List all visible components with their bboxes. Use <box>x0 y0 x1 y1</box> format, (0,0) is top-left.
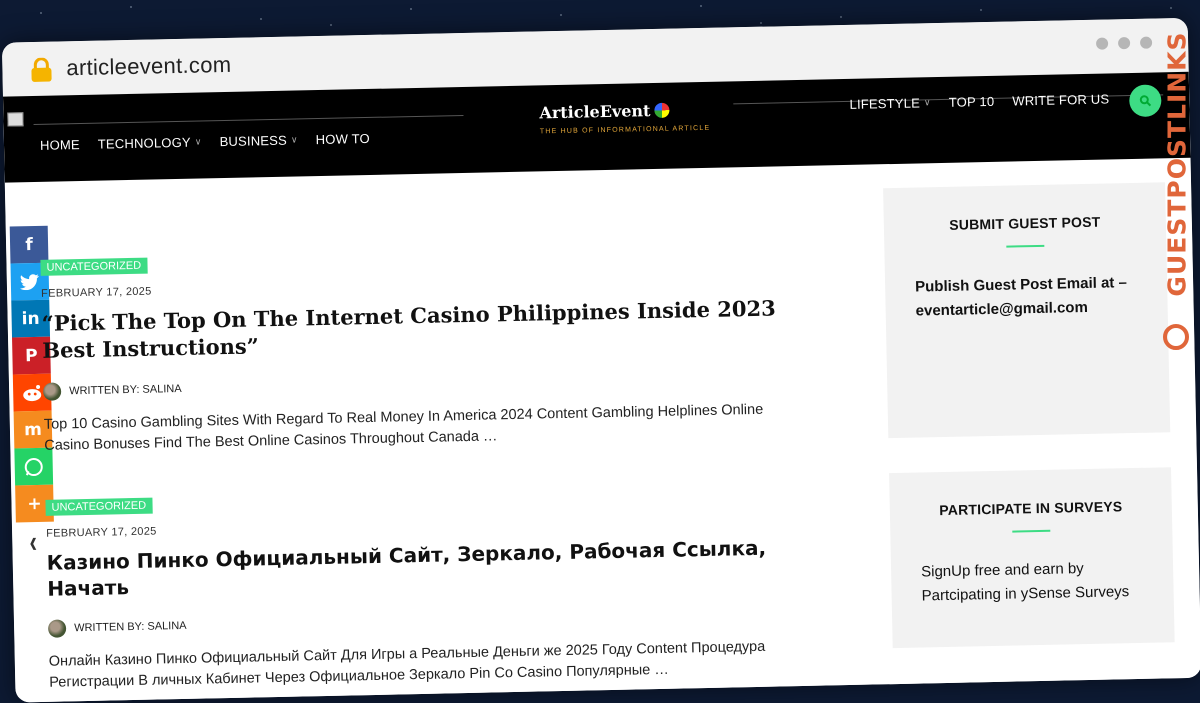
nav-label: HOME <box>39 137 80 153</box>
post-excerpt: Онлайн Казино Пинко Официальный Сайт Для… <box>48 638 766 691</box>
post-title[interactable]: Казино Пинко Официальный Сайт, Зеркало, … <box>46 533 827 601</box>
nav-label: LIFESTYLE <box>849 95 921 112</box>
post-card: UNCATEGORIZED FEBRUARY 17, 2025 Казино П… <box>45 481 829 693</box>
primary-nav-left: HOME TECHNOLOGY ∨ BUSINESS ∨ HOW TO <box>40 131 370 153</box>
sidebar-widget-guest-post: SUBMIT GUEST POST Publish Guest Post Ema… <box>883 182 1171 439</box>
logo-text: ArticleEvent <box>539 101 651 123</box>
window-dot[interactable] <box>1139 36 1153 49</box>
category-badge[interactable]: UNCATEGORIZED <box>45 497 153 516</box>
widget-title: SUBMIT GUEST POST <box>949 213 1101 233</box>
window-dot[interactable] <box>1095 37 1109 50</box>
search-icon <box>1139 95 1152 107</box>
widget-title: PARTICIPATE IN SURVEYS <box>939 498 1123 519</box>
post-excerpt: Top 10 Casino Gambling Sites With Regard… <box>43 401 764 454</box>
nav-write-for-us[interactable]: WRITE FOR US <box>1012 91 1109 108</box>
post-author: WRITTEN BY: SALINA <box>47 603 828 638</box>
widget-body: Publish Guest Post Email at – eventartic… <box>914 274 1128 320</box>
nav-label: BUSINESS <box>219 132 288 150</box>
nav-technology[interactable]: TECHNOLOGY ∨ <box>97 134 202 152</box>
collapse-arrow-icon[interactable]: ❰ <box>28 536 38 550</box>
author-label[interactable]: WRITTEN BY: SALINA <box>74 620 187 634</box>
avatar <box>42 382 62 401</box>
nav-label: WRITE FOR US <box>1012 91 1110 109</box>
search-button[interactable] <box>1128 84 1162 118</box>
lock-icon <box>31 57 52 82</box>
nav-label: HOW TO <box>315 130 371 148</box>
primary-nav-right: LIFESTYLE ∨ TOP 10 WRITE FOR US <box>849 91 1109 111</box>
category-badge[interactable]: UNCATEGORIZED <box>40 257 148 276</box>
window-dot[interactable] <box>1117 37 1131 50</box>
window-controls <box>1095 36 1153 50</box>
logo-tagline: THE HUB OF INFORMATIONAL ARTICLE <box>539 124 711 136</box>
chevron-down-icon: ∨ <box>290 134 298 145</box>
nav-label: TECHNOLOGY <box>97 134 191 152</box>
site-logo[interactable]: ArticleEvent THE HUB OF INFORMATIONAL AR… <box>539 100 711 136</box>
logo-mark-icon <box>654 102 670 118</box>
nav-top-10[interactable]: TOP 10 <box>949 94 995 110</box>
author-label[interactable]: WRITTEN BY: SALINA <box>69 383 182 397</box>
logo-title: ArticleEvent <box>539 100 710 123</box>
nav-label: TOP 10 <box>948 93 995 110</box>
nav-how-to[interactable]: HOW TO <box>316 131 370 147</box>
watermark-text: GUESTPOSTLINKS <box>1162 31 1192 297</box>
post-author: WRITTEN BY: SALINA <box>42 366 823 401</box>
broken-image-icon <box>7 112 24 127</box>
sidebar-widget-surveys: PARTICIPATE IN SURVEYS SignUp free and e… <box>889 467 1175 649</box>
web-page: HOME TECHNOLOGY ∨ BUSINESS ∨ HOW TO Articl… <box>2 71 1200 703</box>
widget-body[interactable]: SignUp free and earn by Partcipating in … <box>890 529 1173 609</box>
guestpostlinks-watermark: GUESTPOSTLINKS <box>1160 31 1194 356</box>
chevron-down-icon: ∨ <box>194 136 202 147</box>
link-icon <box>1163 324 1189 350</box>
nav-home[interactable]: HOME <box>40 137 80 153</box>
post-title[interactable]: “Pick The Top On The Internet Casino Phi… <box>41 294 822 365</box>
chevron-down-icon: ∨ <box>923 97 931 108</box>
nav-lifestyle[interactable]: LIFESTYLE ∨ <box>849 95 931 112</box>
browser-window: articleevent.com HOME TECHNOLOGY ∨ BUSINE… <box>1 17 1200 703</box>
nav-business[interactable]: BUSINESS ∨ <box>219 132 297 149</box>
header-divider <box>33 114 464 125</box>
avatar <box>47 619 67 638</box>
post-card: UNCATEGORIZED FEBRUARY 17, 2025 “Pick Th… <box>40 242 824 457</box>
url-text[interactable]: articleevent.com <box>66 52 231 81</box>
